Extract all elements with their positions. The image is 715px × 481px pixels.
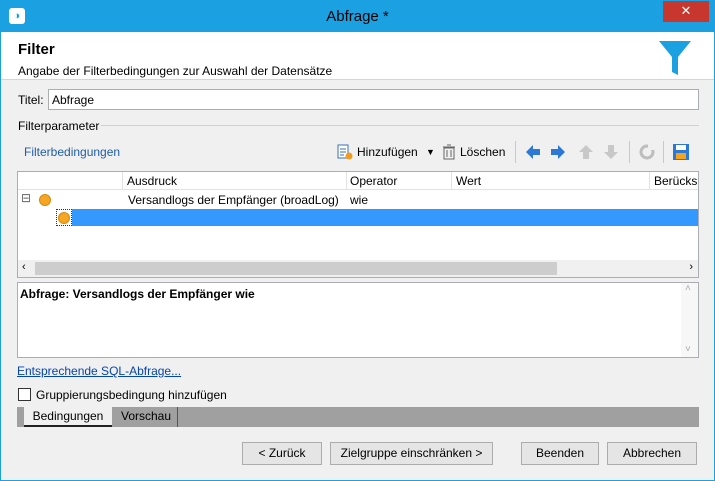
column-header-operator[interactable]: Operator	[350, 174, 397, 188]
refresh-icon[interactable]	[638, 142, 656, 162]
move-right-arrow-icon[interactable]	[549, 142, 567, 162]
vertical-scrollbar[interactable]: ˄ ˅	[681, 283, 698, 357]
toolbar-separator	[629, 141, 630, 163]
sql-query-link[interactable]: Entsprechende SQL-Abfrage...	[17, 364, 181, 378]
delete-button-label: Löschen	[460, 145, 506, 159]
column-separator	[346, 172, 347, 190]
move-left-arrow-icon[interactable]	[524, 142, 542, 162]
title-input[interactable]	[48, 89, 699, 110]
title-label: Titel:	[18, 93, 44, 107]
collapse-icon[interactable]: ⊟	[21, 191, 31, 205]
save-icon[interactable]	[672, 142, 690, 162]
section-divider	[101, 125, 699, 126]
add-dropdown-button[interactable]: ▼	[426, 142, 435, 162]
scrollbar-thumb[interactable]	[35, 262, 557, 275]
query-window: ◑ Abfrage * ✕ Filter Angabe der Filterbe…	[0, 0, 715, 481]
move-down-arrow-icon[interactable]	[602, 142, 620, 162]
condition-status-icon	[39, 194, 51, 206]
scroll-up-icon[interactable]: ˄	[685, 283, 691, 294]
scroll-down-icon[interactable]: ˅	[685, 344, 691, 355]
window-title: Abfrage *	[326, 8, 389, 25]
add-button[interactable]: Hinzufügen	[337, 142, 418, 162]
horizontal-scrollbar[interactable]: ‹ ›	[18, 260, 698, 277]
filter-parameters-label: Filterparameter	[18, 119, 100, 133]
add-condition-icon	[337, 144, 353, 160]
column-header-consider[interactable]: Berücks	[654, 174, 697, 188]
finish-button[interactable]: Beenden	[521, 442, 599, 465]
toolbar-separator	[663, 141, 664, 163]
expression-cell[interactable]: Versandlogs der Empfänger (broadLog)	[128, 193, 339, 207]
move-up-arrow-icon[interactable]	[577, 142, 595, 162]
close-button[interactable]: ✕	[663, 1, 709, 22]
add-button-label: Hinzufügen	[357, 145, 418, 159]
scroll-left-icon[interactable]: ‹	[22, 261, 26, 273]
tab-strip: Bedingungen Vorschau	[17, 407, 699, 427]
conditions-grid[interactable]: Ausdruck Operator Wert Berücks ⊟ Versand…	[17, 171, 699, 278]
operator-cell[interactable]: wie	[350, 193, 368, 207]
query-description-text: Abfrage: Versandlogs der Empfänger wie	[20, 287, 255, 301]
tab-preview[interactable]: Vorschau	[115, 407, 179, 427]
cancel-button[interactable]: Abbrechen	[607, 442, 697, 465]
toolbar-separator	[515, 141, 516, 163]
column-header-expression[interactable]: Ausdruck	[127, 174, 177, 188]
column-separator	[649, 172, 650, 190]
condition-status-icon	[58, 212, 70, 224]
tab-conditions[interactable]: Bedingungen	[24, 407, 112, 427]
delete-button[interactable]: Löschen	[442, 142, 505, 162]
column-header-value[interactable]: Wert	[456, 174, 481, 188]
new-condition-marker	[56, 209, 72, 226]
wizard-header: Filter Angabe der Filterbedingungen zur …	[1, 32, 714, 80]
narrow-target-button[interactable]: Zielgruppe einschränken >	[330, 442, 493, 465]
trash-icon	[443, 144, 455, 160]
filter-conditions-label: Filterbedingungen	[24, 145, 121, 159]
title-bar[interactable]: ◑ Abfrage * ✕	[1, 1, 714, 32]
column-separator	[122, 172, 123, 190]
back-button[interactable]: < Zurück	[242, 442, 322, 465]
table-row[interactable]: ⊟ Versandlogs der Empfänger (broadLog) w…	[18, 191, 698, 209]
filter-funnel-icon	[659, 41, 691, 75]
grid-header: Ausdruck Operator Wert Berücks	[18, 172, 698, 190]
scroll-right-icon[interactable]: ›	[689, 261, 693, 273]
query-description: Abfrage: Versandlogs der Empfänger wie ˄…	[17, 282, 699, 358]
grouping-checkbox-label[interactable]: Gruppierungsbedingung hinzufügen	[36, 388, 227, 402]
page-title: Filter	[18, 41, 55, 58]
column-separator	[451, 172, 452, 190]
page-subtitle: Angabe der Filterbedingungen zur Auswahl…	[18, 64, 333, 78]
dropdown-arrow-icon: ▼	[426, 147, 435, 157]
new-condition-row[interactable]	[56, 209, 698, 226]
filter-toolbar: Filterbedingungen Hinzufügen ▼ Löschen	[17, 137, 699, 167]
grouping-checkbox[interactable]	[18, 388, 31, 401]
